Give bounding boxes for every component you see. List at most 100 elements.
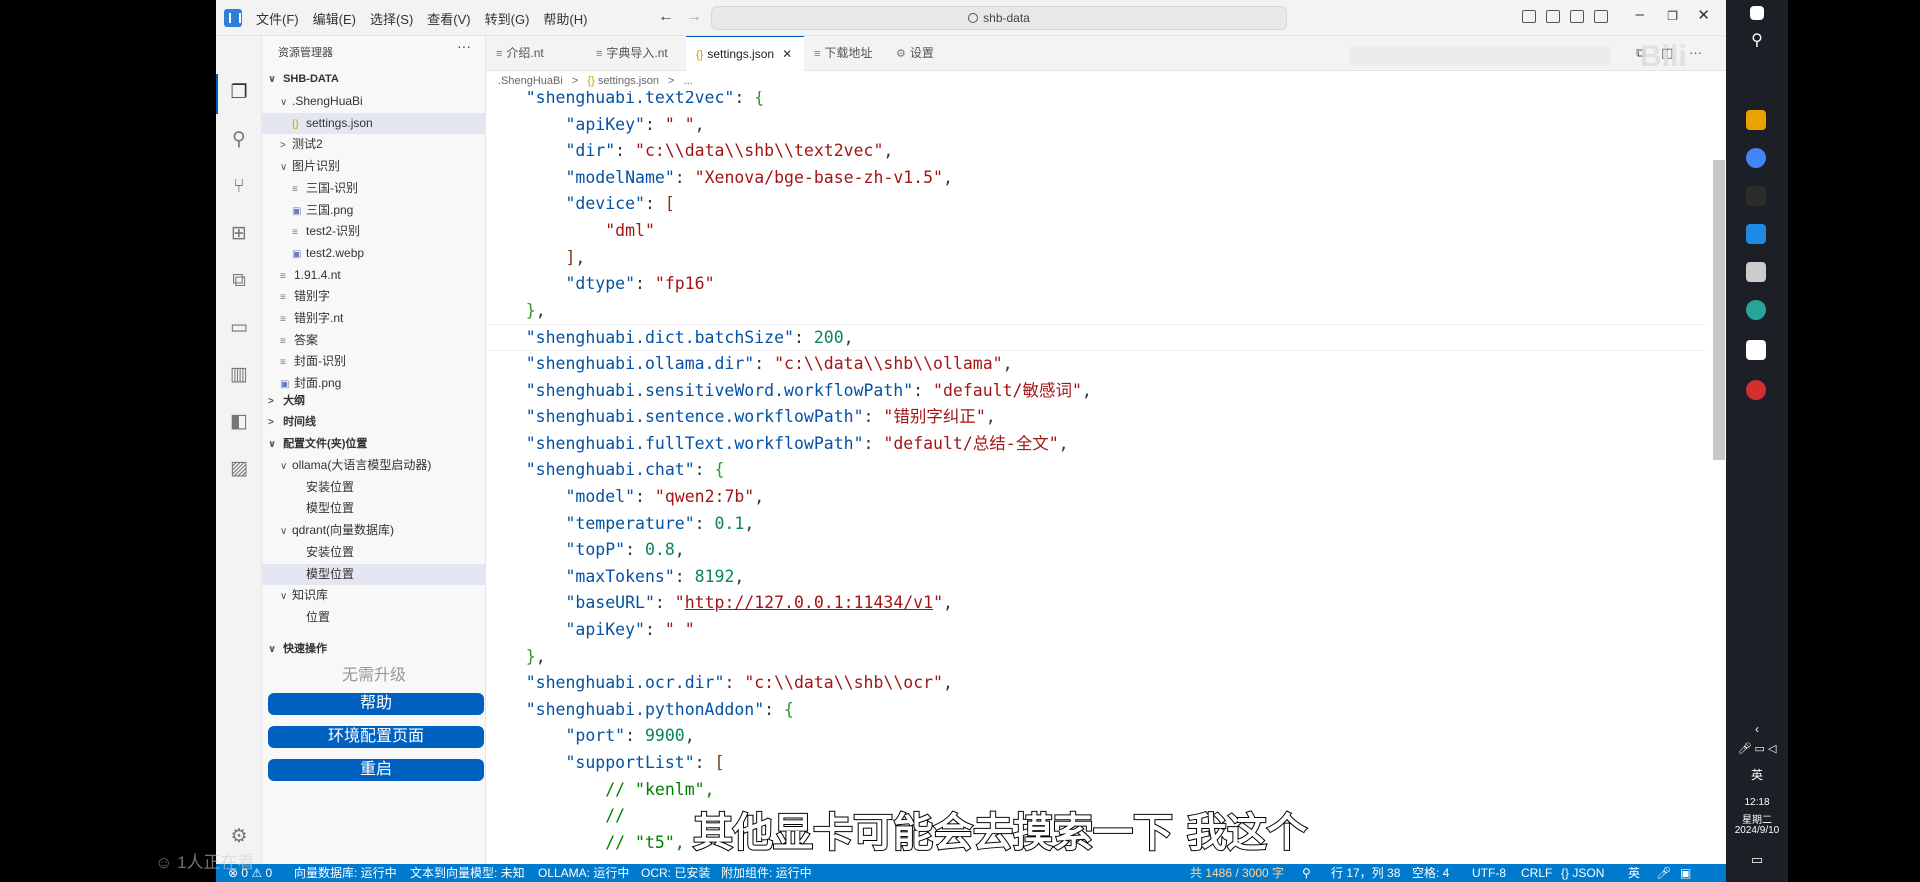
code-editor[interactable]: "shenghuabi.text2vec": { "apiKey": " ", …: [486, 91, 1726, 864]
status-ocr[interactable]: OCR: 已安装: [641, 864, 710, 882]
extensions-icon[interactable]: ⊞: [227, 223, 251, 245]
menu-item[interactable]: 帮助(H): [543, 9, 587, 28]
code-line[interactable]: "shenghuabi.text2vec": {: [486, 91, 1706, 112]
code-line[interactable]: "shenghuabi.pythonAddon": {: [486, 697, 1706, 724]
tab-1[interactable]: ≡ 介绍.nt: [486, 36, 586, 71]
status-text2vec[interactable]: 文本到向量模型: 未知: [410, 864, 525, 882]
cursor-position[interactable]: 行 17，列 38: [1331, 864, 1400, 882]
code-line[interactable]: },: [486, 298, 1706, 325]
breadcrumb-folder[interactable]: .ShengHuaBi: [498, 75, 563, 87]
toggle-sidebar-icon[interactable]: [1522, 10, 1536, 23]
close-window-icon[interactable]: ✕: [1697, 6, 1710, 24]
section-outline[interactable]: > 大纲: [262, 391, 485, 412]
tree-item[interactable]: 安装位置: [262, 477, 485, 498]
menu-item[interactable]: 查看(V): [427, 9, 470, 28]
tray-icons[interactable]: 🎤︎ ▭ ◁: [1726, 742, 1788, 755]
tree-item[interactable]: ≡ 三国-识别: [262, 178, 485, 199]
clock-time[interactable]: 12:18: [1726, 797, 1788, 808]
code-line[interactable]: "apiKey": " ": [486, 617, 1706, 644]
book-icon[interactable]: ▥: [227, 364, 251, 386]
tree-item[interactable]: ∨ ollama(大语言模型启动器): [262, 455, 485, 476]
tree-item[interactable]: ≡ 封面-识别: [262, 351, 485, 372]
tab-5[interactable]: ⚙ 设置: [886, 36, 966, 71]
notes-icon[interactable]: [1746, 340, 1766, 360]
editor-scrollbar[interactable]: [1713, 160, 1725, 460]
tree-item[interactable]: ≡ test2-识别: [262, 221, 485, 242]
customize-layout-icon[interactable]: [1594, 10, 1608, 23]
tree-item[interactable]: ∨ qdrant(向量数据库): [262, 520, 485, 541]
more-actions-icon[interactable]: ···: [457, 38, 471, 54]
more-icon[interactable]: ···: [1689, 45, 1702, 60]
workspace-root[interactable]: ∨ SHB-DATA: [262, 69, 485, 90]
tab-3[interactable]: {} settings.json ✕: [686, 36, 804, 71]
code-line[interactable]: "baseURL": "http://127.0.0.1:11434/v1",: [486, 590, 1706, 617]
close-tab-icon[interactable]: ✕: [782, 47, 792, 61]
vscode-taskbar-icon[interactable]: [1746, 224, 1766, 244]
tree-item[interactable]: 安装位置: [262, 542, 485, 563]
windows-start-icon[interactable]: [1750, 6, 1764, 20]
menu-item[interactable]: 转到(G): [485, 9, 530, 28]
code-line[interactable]: "dtype": "fp16": [486, 271, 1706, 298]
status-addon[interactable]: 附加组件: 运行中: [721, 864, 812, 882]
tree-item[interactable]: ▣ 三国.png: [262, 200, 485, 221]
encoding[interactable]: UTF-8: [1472, 864, 1506, 882]
tree-item[interactable]: ≡ 1.91.4.nt: [262, 265, 485, 286]
menu-item[interactable]: 文件(F): [256, 9, 299, 28]
code-line[interactable]: "shenghuabi.ollama.dir": "c:\\data\\shb\…: [486, 351, 1706, 378]
tab-2[interactable]: ≡ 字典导入.nt: [586, 36, 686, 71]
code-line[interactable]: "port": 9900,: [486, 723, 1706, 750]
ime-indicator[interactable]: 英: [1628, 864, 1640, 882]
tree-item[interactable]: ∨ 图片识别: [262, 156, 485, 177]
forward-arrow-icon[interactable]: →: [686, 8, 702, 26]
tray-expand-icon[interactable]: ‹: [1726, 722, 1788, 736]
terminal-icon[interactable]: [1746, 186, 1766, 206]
mic-icon[interactable]: 🎤︎: [1656, 864, 1671, 882]
taskbar-search-icon[interactable]: ⚲: [1726, 30, 1788, 50]
code-line[interactable]: "apiKey": " ",: [486, 112, 1706, 139]
code-line[interactable]: "shenghuabi.dict.batchSize": 200,: [486, 324, 1706, 351]
tree-item[interactable]: ≡ 错别字: [262, 286, 485, 307]
env-config-button[interactable]: 环境配置页面: [268, 726, 484, 748]
tree-item[interactable]: > 测试2: [262, 134, 485, 155]
menu-item[interactable]: 编辑(E): [313, 9, 356, 28]
code-line[interactable]: "supportList": [: [486, 750, 1706, 777]
remote-explorer-icon[interactable]: ⧉: [227, 270, 251, 292]
tree-item[interactable]: {} settings.json: [262, 112, 485, 134]
tab-4[interactable]: ≡ 下载地址: [804, 36, 886, 71]
back-arrow-icon[interactable]: ←: [658, 8, 674, 26]
restore-icon[interactable]: ❐: [1667, 9, 1678, 23]
code-line[interactable]: "model": "qwen2:7b",: [486, 484, 1706, 511]
command-center-search[interactable]: shb-data: [711, 6, 1287, 30]
zoom-icon[interactable]: ⚲: [1302, 864, 1311, 882]
image-icon[interactable]: ▨: [227, 458, 251, 480]
file-explorer-icon[interactable]: [1746, 110, 1766, 130]
indentation[interactable]: 空格: 4: [1412, 864, 1449, 882]
code-line[interactable]: ],: [486, 245, 1706, 272]
code-line[interactable]: "shenghuabi.sensitiveWord.workflowPath":…: [486, 378, 1706, 405]
section-timeline[interactable]: > 时间线: [262, 412, 485, 433]
code-line[interactable]: "temperature": 0.1,: [486, 511, 1706, 538]
menu-item[interactable]: 选择(S): [370, 9, 413, 28]
record-icon[interactable]: [1746, 380, 1766, 400]
tree-item[interactable]: ∨ .ShengHuaBi: [262, 91, 485, 112]
code-line[interactable]: "maxTokens": 8192,: [486, 564, 1706, 591]
breadcrumb-file[interactable]: settings.json: [598, 75, 659, 87]
notification-center-icon[interactable]: ▭: [1726, 852, 1788, 868]
app-icon-green[interactable]: [1746, 300, 1766, 320]
help-button[interactable]: 帮助: [268, 693, 484, 715]
line-ending[interactable]: CRLF: [1521, 864, 1552, 882]
tree-item[interactable]: 位置: [262, 607, 485, 628]
source-control-icon[interactable]: ⑂: [227, 176, 251, 198]
tray-ime[interactable]: 英: [1726, 766, 1788, 783]
chrome-icon[interactable]: [1746, 148, 1766, 168]
settings-gear-icon[interactable]: ⚙: [227, 826, 251, 848]
code-line[interactable]: "shenghuabi.ocr.dir": "c:\\data\\shb\\oc…: [486, 670, 1706, 697]
tree-item[interactable]: ∨ 知识库: [262, 585, 485, 606]
code-line[interactable]: "device": [: [486, 191, 1706, 218]
status-ollama[interactable]: OLLAMA: 运行中: [538, 864, 629, 882]
chat-icon[interactable]: ▭: [227, 317, 251, 339]
language-mode[interactable]: {} JSON: [1561, 864, 1604, 882]
section-quick-ops[interactable]: ∨ 快速操作: [262, 639, 485, 660]
tree-item[interactable]: 模型位置: [262, 563, 485, 585]
code-line[interactable]: "topP": 0.8,: [486, 537, 1706, 564]
